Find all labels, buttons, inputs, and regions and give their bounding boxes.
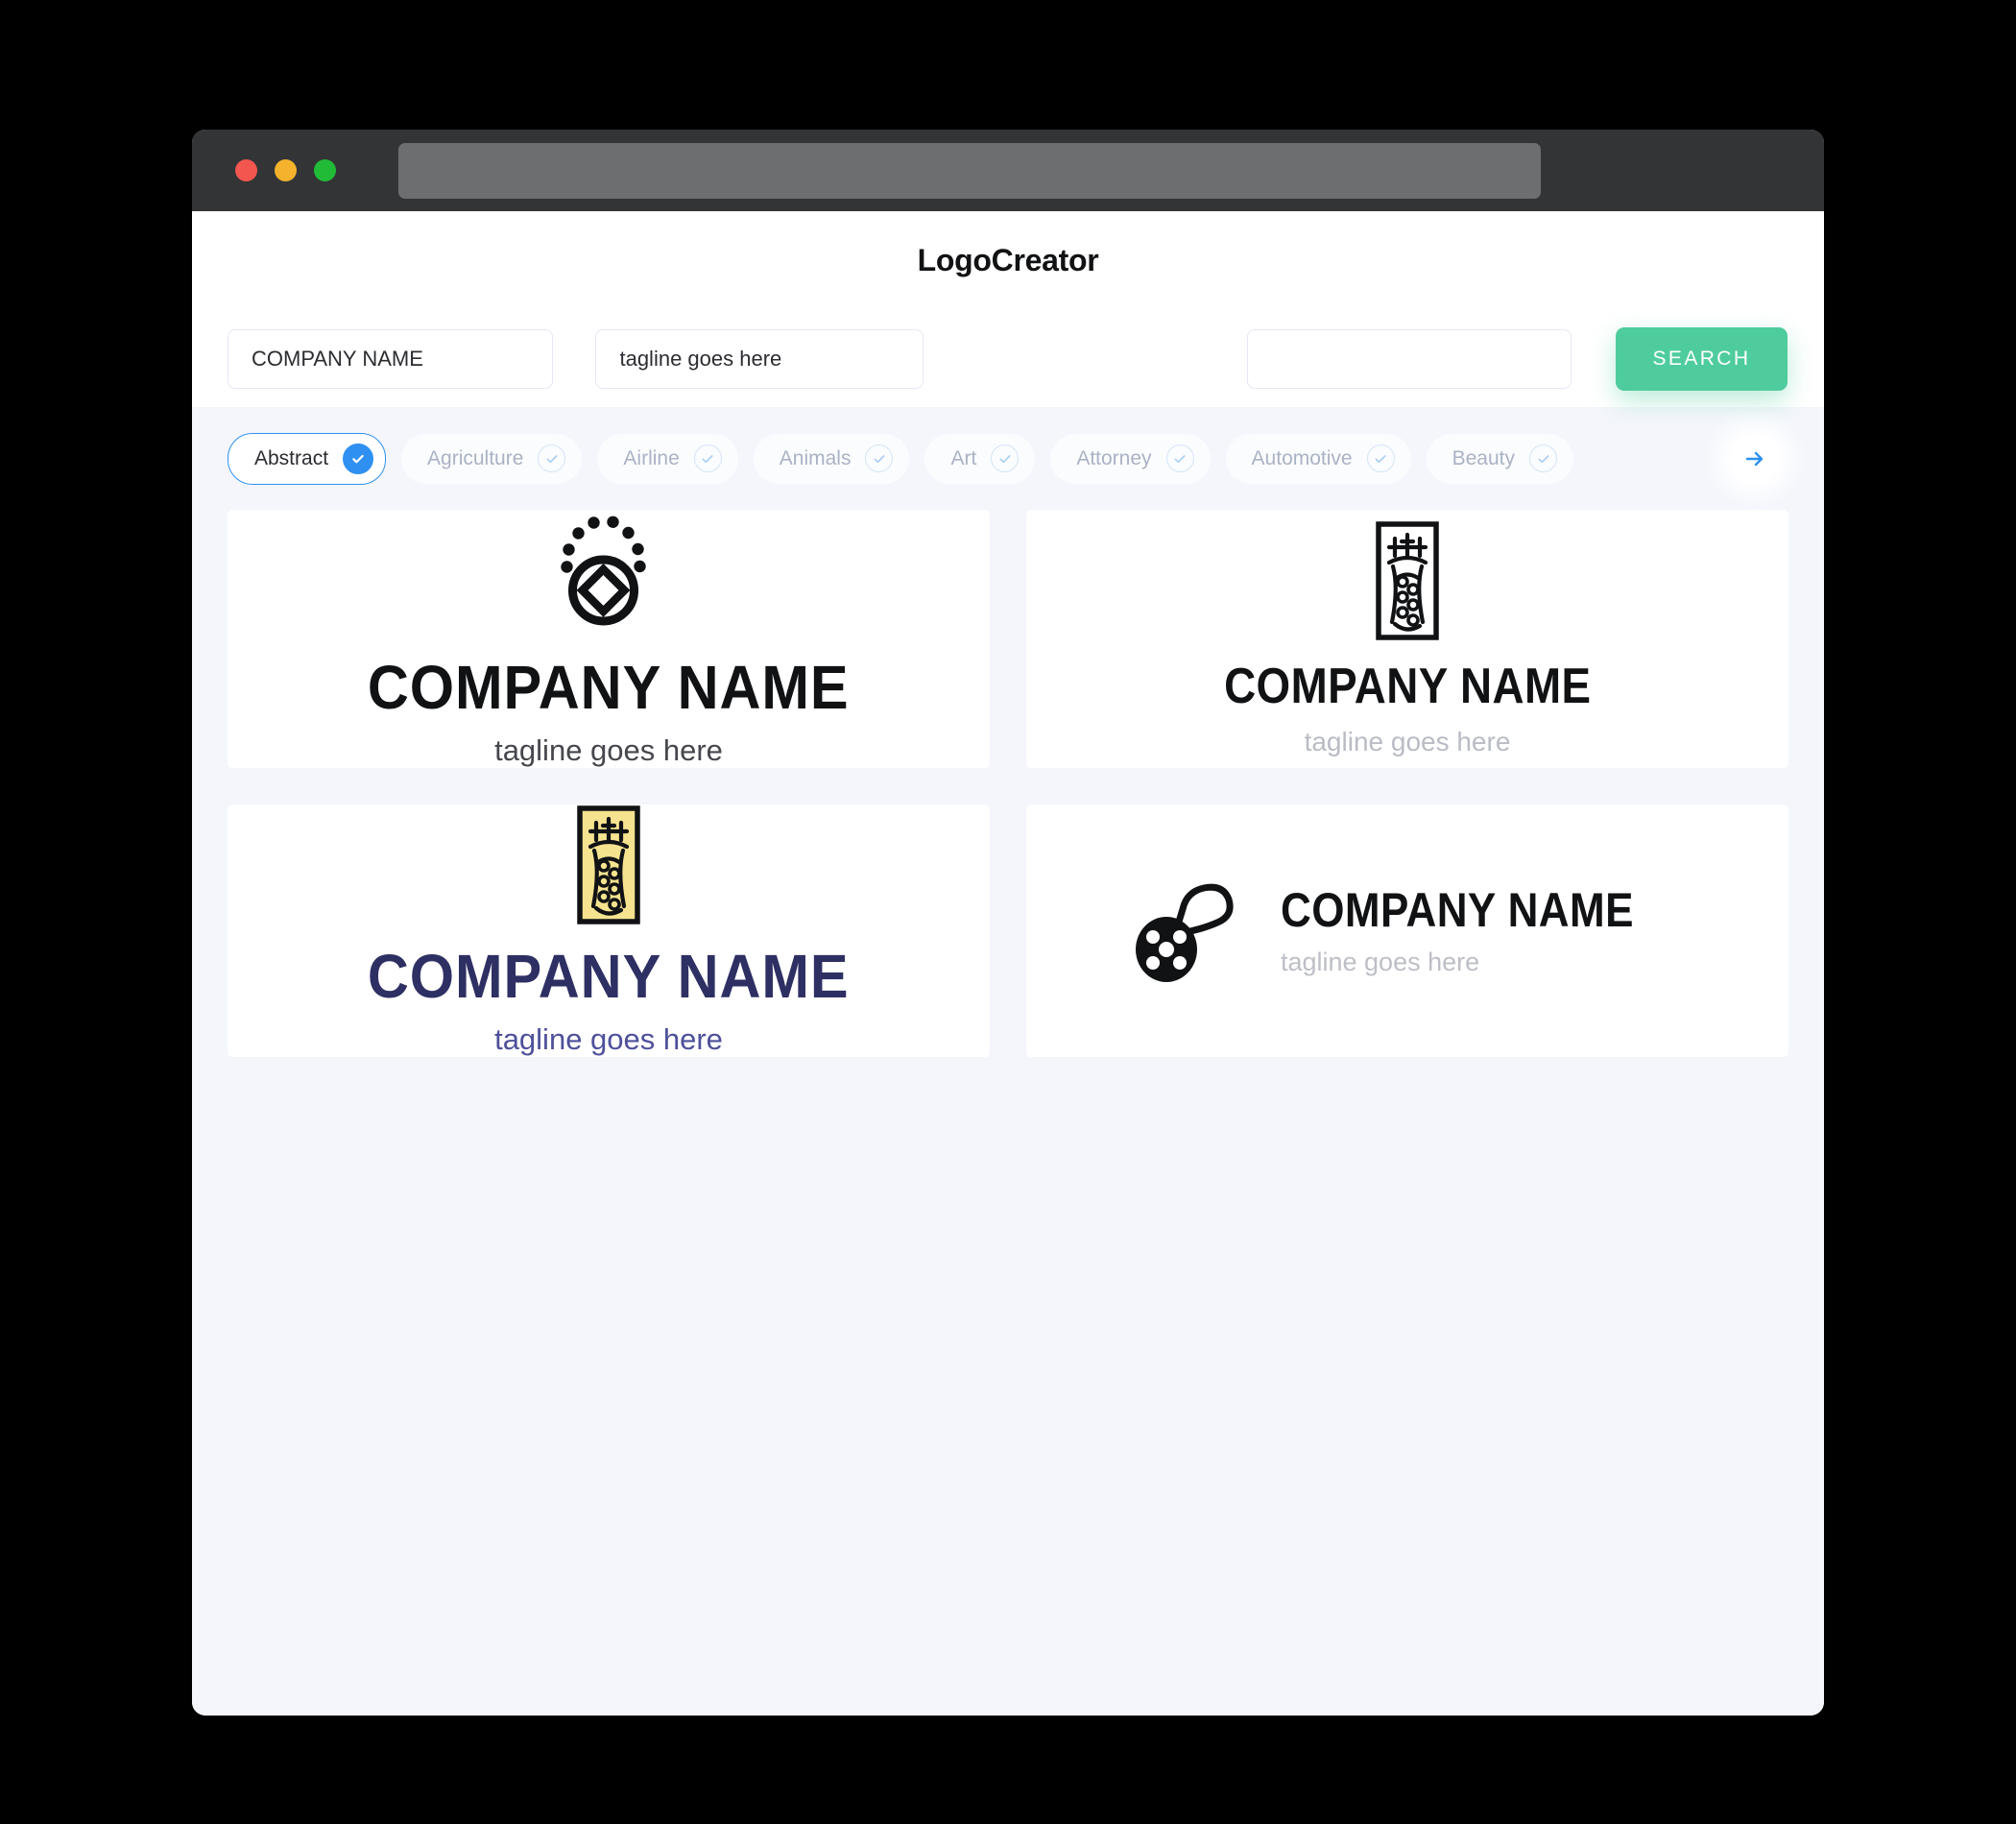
logo-preview: COMPANY NAME tagline goes here: [349, 804, 867, 1057]
category-filter-bar: Abstract Agriculture Airline Animals Art…: [192, 407, 1824, 510]
film-reel-loop-icon: [1135, 883, 1234, 982]
ornate-rectangular-emblem-yellow-icon: [577, 805, 640, 924]
traffic-light-group: [235, 159, 336, 181]
logo-tagline: tagline goes here: [1304, 726, 1511, 756]
logo-preview: COMPANY NAME tagline goes here: [1199, 520, 1617, 757]
maximize-window-button[interactable]: [314, 159, 336, 181]
check-icon: [991, 444, 1020, 472]
minimize-window-button[interactable]: [275, 159, 297, 181]
category-chip-label: Art: [950, 446, 977, 469]
check-icon: [1366, 444, 1395, 472]
dotted-arc-diamond-ring-icon: [561, 516, 646, 626]
check-icon: [693, 444, 722, 472]
category-chip-art[interactable]: Art: [924, 433, 1036, 484]
check-icon: [343, 443, 374, 474]
category-chip-abstract[interactable]: Abstract: [228, 432, 387, 485]
browser-window: LogoCreator SEARCH Abstract Agriculture: [192, 130, 1824, 1716]
keyword-input[interactable]: [1246, 328, 1572, 389]
logo-card[interactable]: COMPANY NAME tagline goes here: [1026, 804, 1788, 1058]
tagline-input[interactable]: [595, 328, 924, 389]
check-icon: [538, 444, 566, 472]
logo-card[interactable]: COMPANY NAME tagline goes here: [228, 510, 990, 769]
categories-next-button[interactable]: [1731, 434, 1779, 483]
ornate-rectangular-emblem-icon: [1376, 521, 1439, 641]
category-chip-label: Animals: [779, 446, 852, 469]
arrow-right-icon: [1745, 451, 1764, 466]
category-chip-label: Attorney: [1076, 446, 1152, 469]
search-button[interactable]: SEARCH: [1615, 326, 1788, 391]
check-icon: [1529, 444, 1557, 472]
logo-text-block: COMPANY NAME tagline goes here: [349, 942, 867, 1057]
category-chip-label: Agriculture: [427, 446, 524, 469]
logo-text-block: COMPANY NAME tagline goes here: [1281, 885, 1682, 977]
logo-text-block: COMPANY NAME tagline goes here: [1199, 660, 1617, 757]
category-chip-attorney[interactable]: Attorney: [1050, 433, 1211, 484]
category-chip-airline[interactable]: Airline: [597, 433, 738, 484]
browser-titlebar: [192, 130, 1824, 211]
page-title: LogoCreator: [917, 243, 1099, 277]
category-chip-animals[interactable]: Animals: [753, 433, 910, 484]
logo-tagline: tagline goes here: [1280, 947, 1480, 976]
logo-preview: COMPANY NAME tagline goes here: [349, 510, 867, 768]
category-chip-automotive[interactable]: Automotive: [1225, 433, 1411, 484]
logo-card[interactable]: COMPANY NAME tagline goes here: [228, 804, 990, 1058]
category-chip-agriculture[interactable]: Agriculture: [401, 433, 583, 484]
logo-tagline: tagline goes here: [494, 1022, 723, 1057]
category-chip-beauty[interactable]: Beauty: [1426, 433, 1573, 484]
screenshot-root: LogoCreator SEARCH Abstract Agriculture: [0, 0, 2016, 1824]
logo-results-grid: COMPANY NAME tagline goes here COMPANY N…: [192, 510, 1824, 1716]
company-name-input[interactable]: [228, 328, 554, 389]
logo-company-name: COMPANY NAME: [1280, 883, 1634, 938]
logo-preview: COMPANY NAME tagline goes here: [1133, 875, 1682, 988]
category-chip-label: Airline: [623, 446, 680, 469]
search-toolbar: SEARCH: [192, 310, 1824, 407]
logo-company-name: COMPANY NAME: [1223, 659, 1592, 715]
address-bar[interactable]: [398, 142, 1541, 199]
logo-company-name: COMPANY NAME: [368, 653, 850, 722]
logo-text-block: COMPANY NAME tagline goes here: [349, 653, 867, 768]
close-window-button[interactable]: [235, 159, 257, 181]
logo-card[interactable]: COMPANY NAME tagline goes here: [1026, 510, 1788, 769]
category-chip-label: Beauty: [1452, 446, 1515, 469]
app-header: LogoCreator: [192, 211, 1824, 310]
category-chip-label: Automotive: [1251, 446, 1353, 469]
logo-company-name: COMPANY NAME: [368, 942, 850, 1012]
category-chip-label: Abstract: [254, 446, 329, 469]
check-icon: [865, 444, 894, 472]
logo-tagline: tagline goes here: [494, 733, 723, 768]
check-icon: [1165, 444, 1194, 472]
